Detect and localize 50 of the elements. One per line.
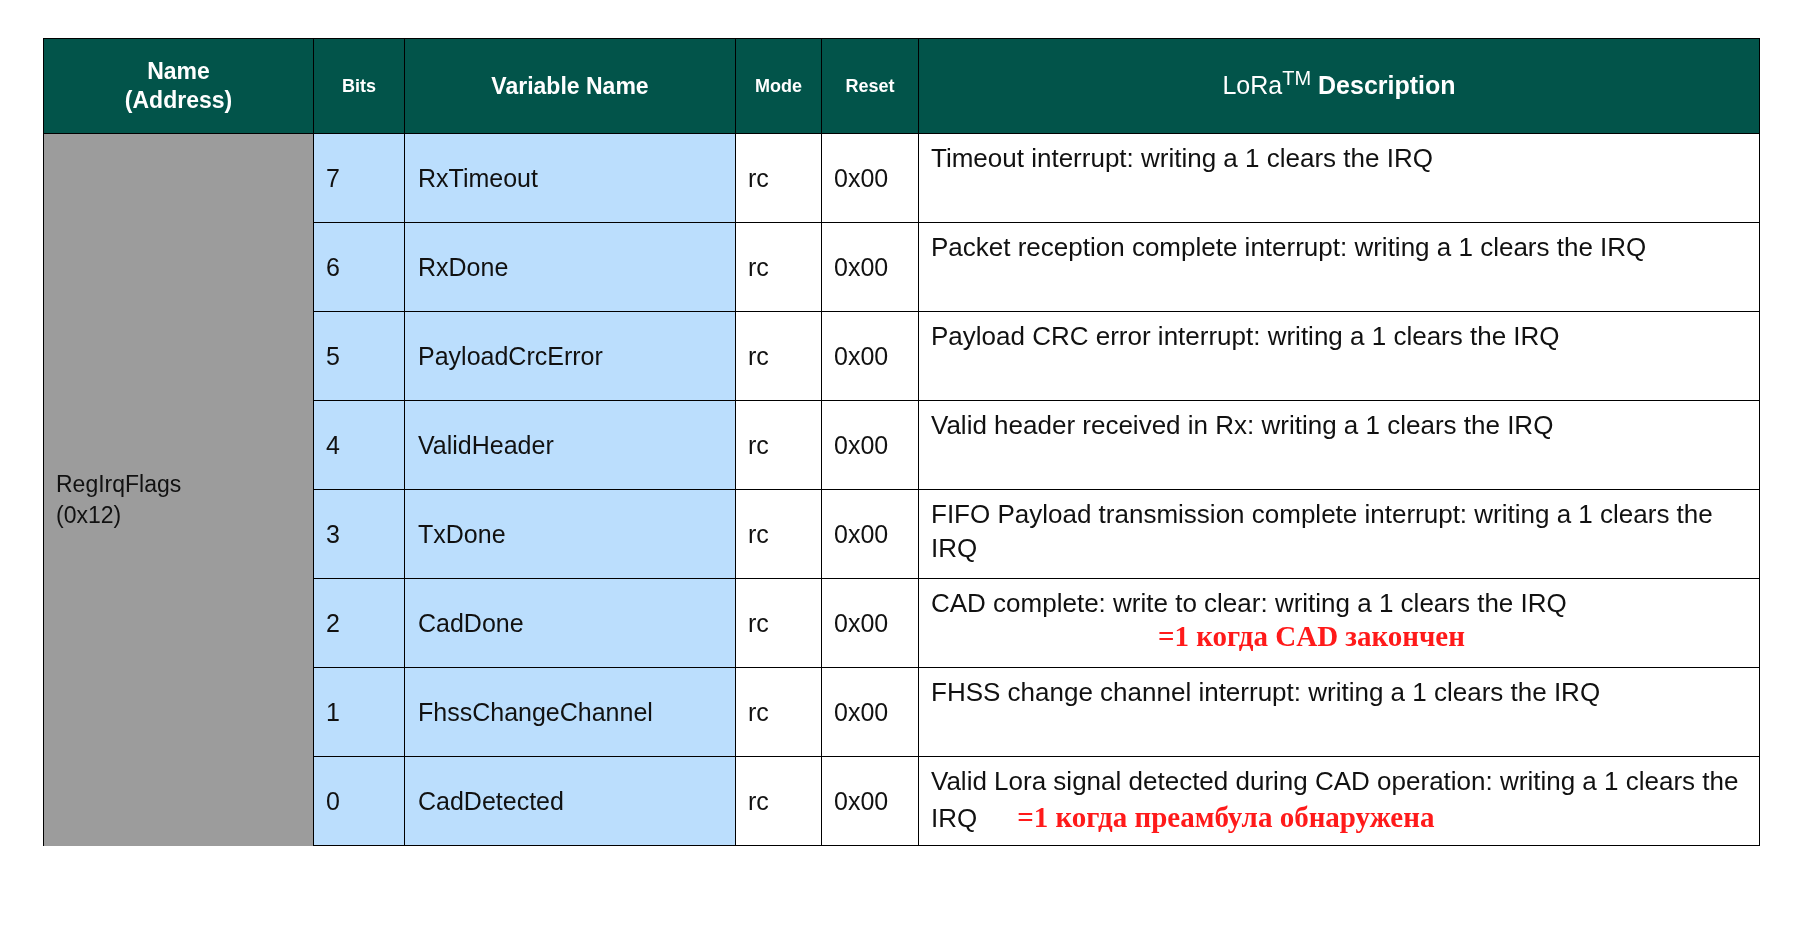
description-text: FIFO Payload transmission complete interrupt: writing a 1 clears the IRQ <box>931 498 1714 565</box>
column-header: Reset <box>845 74 895 98</box>
table-cell: RxDone <box>405 223 736 312</box>
table-cell: rc <box>736 668 822 757</box>
register-address: (0x12) <box>56 501 122 530</box>
table-cell: 0 <box>314 757 405 846</box>
table-cell: rc <box>736 757 822 846</box>
column-header: Name (Address) <box>124 57 233 115</box>
table-cell: 0x00 <box>822 757 919 846</box>
table-cell: 6 <box>314 223 405 312</box>
table-cell: 0x00 <box>822 223 919 312</box>
table-cell: TxDone <box>405 490 736 579</box>
table-cell: ValidHeader <box>405 401 736 490</box>
column-header: LoRa$^{TM}$ Description <box>1222 70 1456 102</box>
description-text: Packet reception complete interrupt: writing a 1 clears the IRQ <box>931 231 1647 264</box>
table-cell: rc <box>736 579 822 668</box>
table-cell: PayloadCrcError <box>405 312 736 401</box>
description-text: Timeout interrupt: writing a 1 clears the IRQ <box>931 142 1433 175</box>
description-text: Payload CRC error interrupt: writing a 1 clears the IRQ <box>931 320 1560 353</box>
handwritten-note: =1 когда преамбула обнаружена <box>1017 800 1435 833</box>
table-cell: 1 <box>314 668 405 757</box>
table-cell: CadDone <box>405 579 736 668</box>
table-cell: RxTimeout <box>405 134 736 223</box>
column-header: Bits <box>342 74 376 98</box>
description-text: Valid Lora signal detected during CAD operation: writing a 1 clears the IRQ =1 когда преамбула обнаружена <box>931 765 1739 835</box>
column-header: Variable Name <box>491 71 649 101</box>
table-cell: 0x00 <box>822 401 919 490</box>
table-cell: FhssChangeChannel <box>405 668 736 757</box>
table-cell: 5 <box>314 312 405 401</box>
table-cell: 0x00 <box>822 312 919 401</box>
table-cell: 4 <box>314 401 405 490</box>
table-cell: rc <box>736 312 822 401</box>
table-cell: CadDetected <box>405 757 736 846</box>
table-cell: 2 <box>314 579 405 668</box>
table-cell: 7 <box>314 134 405 223</box>
table-cell: rc <box>736 134 822 223</box>
register-name: RegIrqFlags <box>56 469 182 499</box>
table-cell: 0x00 <box>822 668 919 757</box>
handwritten-note: =1 когда CAD закончен <box>1158 620 1465 653</box>
column-header: Mode <box>755 74 802 98</box>
description-text: CAD complete: write to clear: writing a 1 clears the IRQ <box>931 587 1567 620</box>
table-cell: rc <box>736 490 822 579</box>
description-text: Valid header received in Rx: writing a 1 clears the IRQ <box>931 409 1554 442</box>
table-cell: rc <box>736 223 822 312</box>
table-cell: 0x00 <box>822 134 919 223</box>
table-cell: 0x00 <box>822 490 919 579</box>
table-cell: 0x00 <box>822 579 919 668</box>
description-text: FHSS change channel interrupt: writing a 1 clears the IRQ <box>931 676 1601 709</box>
table-cell: 3 <box>314 490 405 579</box>
table-cell: rc <box>736 401 822 490</box>
